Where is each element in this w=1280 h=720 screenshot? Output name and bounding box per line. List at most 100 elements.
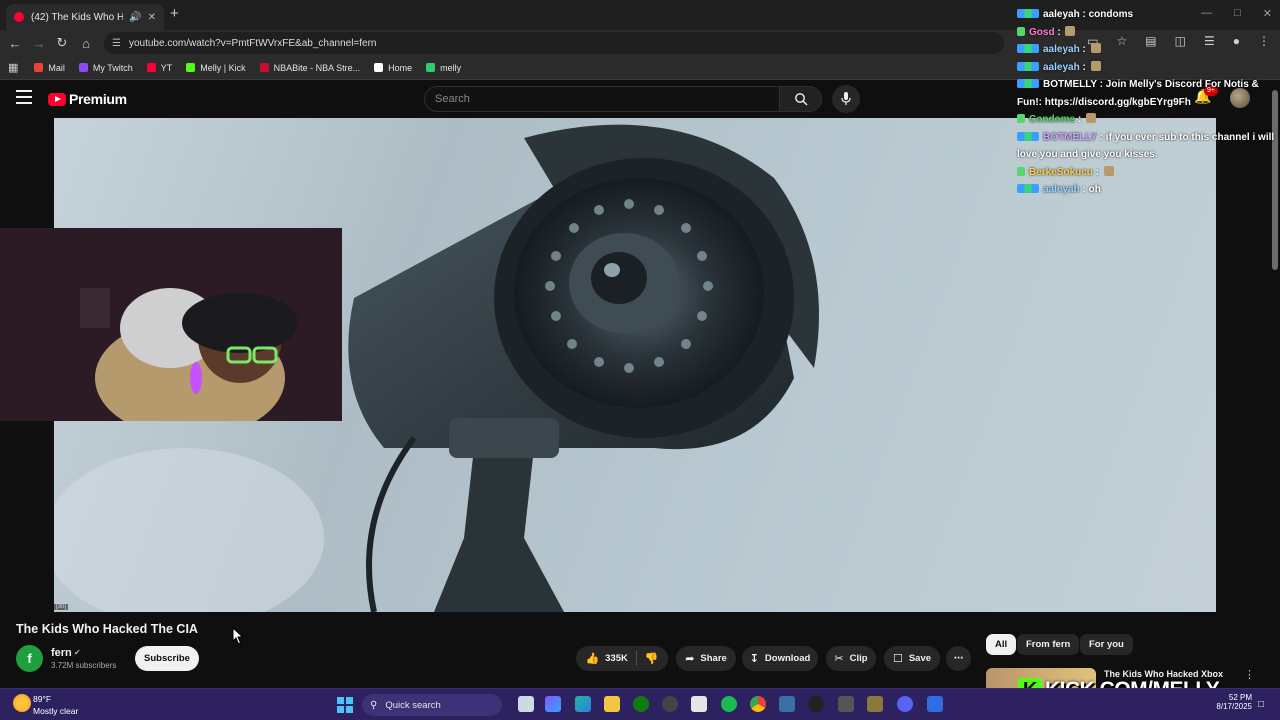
channel-avatar[interactable]: f: [16, 645, 43, 672]
chip-for-you[interactable]: For you: [1080, 634, 1133, 655]
stream-chat-overlay: aaleyah : condoms Gosd : aaleyah : aaley…: [1017, 6, 1277, 199]
share-label: Share: [700, 653, 727, 664]
clock-time: 52 PM: [1228, 693, 1252, 702]
edge-icon[interactable]: [575, 696, 591, 712]
microphone-icon: [841, 92, 851, 105]
bookmark-item[interactable]: YT: [146, 63, 172, 73]
voice-search-button[interactable]: [832, 85, 860, 113]
youtube-play-icon: [48, 92, 66, 106]
download-icon: ↧: [749, 653, 759, 665]
bookmark-favicon-icon: [259, 63, 269, 72]
bookmark-favicon-icon: [78, 63, 88, 72]
search-input[interactable]: Search: [424, 86, 780, 112]
site-info-icon[interactable]: ☰: [112, 38, 121, 49]
thumbs-down-icon[interactable]: 👎: [645, 652, 659, 665]
address-bar[interactable]: ☰ youtube.com/watch?v=PmtFtWVrxFE&ab_cha…: [104, 32, 1004, 54]
chat-message: BerkeSokucu :: [1017, 164, 1277, 182]
more-actions-button[interactable]: ⋯: [946, 646, 971, 671]
forward-icon[interactable]: →: [30, 34, 48, 52]
steam-icon[interactable]: [662, 696, 678, 712]
bookmark-label: melly: [440, 62, 462, 73]
bookmark-label: Melly | Kick: [200, 62, 246, 73]
browser-tab[interactable]: (42) The Kids Who Hacked 🔊 ✕: [6, 4, 164, 30]
chip-from-fern[interactable]: From fern: [1017, 634, 1080, 655]
discord-icon[interactable]: [897, 696, 913, 712]
chat-username: aaleyah: [1043, 184, 1080, 195]
share-button[interactable]: ➦ Share: [676, 646, 736, 671]
windows-start-icon[interactable]: [337, 697, 353, 713]
bookmark-item[interactable]: Mail: [34, 63, 65, 73]
recommended-more-icon[interactable]: ⋮: [1244, 668, 1255, 681]
chat-message: aaleyah :: [1017, 41, 1277, 59]
home-icon[interactable]: ⌂: [77, 34, 95, 52]
apps-grid-icon[interactable]: ▦: [8, 61, 18, 74]
bookmark-item[interactable]: My Twitch: [78, 62, 133, 73]
app-icon[interactable]: [838, 696, 854, 712]
chat-username: BOTMELLY: [1043, 131, 1097, 143]
bookmark-item[interactable]: melly: [426, 63, 461, 73]
chat-username: Gosd: [1029, 26, 1055, 38]
streamer-webcam-image: [0, 228, 342, 421]
speaker-icon[interactable]: 🔊: [129, 12, 141, 23]
weather-condition[interactable]: Mostly clear: [33, 706, 78, 716]
chat-username: aaleyah: [1043, 44, 1080, 55]
weather-icon[interactable]: [13, 694, 31, 712]
bookmark-item[interactable]: Melly | Kick: [186, 62, 246, 73]
chrome-icon[interactable]: [750, 696, 766, 712]
subscribe-button[interactable]: Subscribe: [135, 646, 199, 671]
like-count[interactable]: 335K: [605, 653, 628, 664]
photos-icon[interactable]: [779, 696, 795, 712]
logo-text: Premium: [69, 91, 127, 107]
windows-taskbar: 89°F Mostly clear ⚲ Quick search 52 PM 8…: [0, 688, 1280, 720]
clip-button[interactable]: ✂ Clip: [826, 646, 876, 671]
clip-label: Clip: [849, 653, 868, 664]
bookmark-item[interactable]: NBABite - NBA Stre...: [259, 62, 361, 73]
close-tab-icon[interactable]: ✕: [148, 12, 156, 23]
system-clock[interactable]: 52 PM 8/17/2025: [1212, 693, 1252, 711]
app-icon[interactable]: [867, 696, 883, 712]
emote-icon: [1086, 113, 1096, 123]
chat-username: BOTMELLY: [1043, 79, 1097, 90]
taskbar-search-label: Quick search: [385, 699, 441, 711]
search-button[interactable]: [780, 86, 822, 112]
bookmark-label: NBABite - NBA Stre...: [273, 62, 361, 73]
chat-badges-icon: [1017, 9, 1039, 18]
file-explorer-icon[interactable]: [604, 696, 620, 712]
like-dislike-group: 👍 335K 👎: [576, 646, 668, 671]
channel-name[interactable]: fern: [51, 647, 72, 659]
download-button[interactable]: ↧ Download: [742, 646, 818, 671]
reload-icon[interactable]: ↻: [53, 34, 71, 52]
chat-message: aaleyah : condoms: [1017, 6, 1277, 24]
chat-badge-icon: [1017, 166, 1025, 176]
task-view-icon[interactable]: [518, 696, 534, 712]
weather-temperature[interactable]: 89°F: [33, 694, 51, 704]
hamburger-menu-icon[interactable]: [16, 90, 32, 104]
app-icon[interactable]: [927, 696, 943, 712]
back-icon[interactable]: ←: [6, 34, 24, 52]
bookmark-favicon-icon: [186, 63, 196, 72]
notification-center-icon[interactable]: □: [1258, 699, 1264, 710]
scissors-icon: ✂: [834, 653, 844, 665]
bookmark-label: My Twitch: [92, 62, 133, 73]
bookmark-favicon-icon: [34, 63, 44, 72]
bookmark-label: Home: [388, 62, 413, 73]
chat-badges-icon: [1017, 131, 1039, 141]
tab-title: (42) The Kids Who Hacked: [31, 11, 124, 23]
store-icon[interactable]: [691, 696, 707, 712]
new-tab-button[interactable]: +: [170, 5, 179, 22]
taskbar-search[interactable]: ⚲ Quick search: [362, 694, 502, 716]
chip-all[interactable]: All: [986, 634, 1017, 655]
spotify-icon[interactable]: [721, 696, 737, 712]
save-button[interactable]: ☐ Save: [884, 646, 940, 671]
bookmark-item[interactable]: Home: [374, 63, 412, 73]
share-arrow-icon: ➦: [685, 653, 695, 665]
chat-message: BOTMELLY : Join Melly's Discord For Noti…: [1017, 79, 1259, 108]
thumbs-up-icon[interactable]: 👍: [585, 652, 599, 665]
xbox-icon[interactable]: [633, 696, 649, 712]
media-player-icon[interactable]: [808, 696, 824, 712]
chat-username: Condoms: [1029, 114, 1076, 125]
chat-badge-icon: [1017, 114, 1025, 123]
copilot-icon[interactable]: [545, 696, 561, 712]
video-title: The Kids Who Hacked The CIA: [16, 622, 198, 636]
youtube-premium-logo[interactable]: Premium: [48, 91, 127, 107]
